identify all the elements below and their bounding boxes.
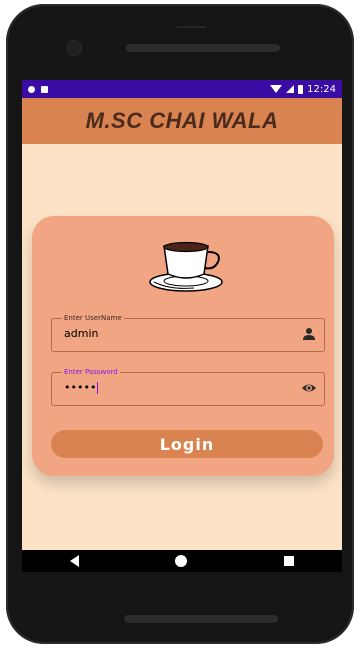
eye-icon[interactable] [301, 382, 317, 394]
person-icon [303, 328, 315, 340]
wifi-icon [270, 85, 283, 93]
recents-icon[interactable] [283, 556, 294, 566]
speaker-slit [176, 26, 206, 28]
navigation-bar [22, 550, 342, 572]
app-screen: 12:24 M.SC CHAI WALA Enter UserName admi… [22, 80, 342, 572]
bottom-speaker [124, 615, 278, 623]
password-input[interactable]: ••••• [64, 381, 99, 394]
earpiece [126, 44, 280, 52]
username-field[interactable]: Enter UserName admin [51, 313, 325, 352]
username-input[interactable]: admin [64, 327, 98, 340]
record-icon [28, 85, 35, 93]
coffee-cup-icon [149, 241, 223, 292]
status-time: 12:24 [307, 83, 336, 95]
back-icon[interactable] [70, 555, 80, 567]
login-button[interactable]: Login [51, 430, 323, 458]
login-card: Enter UserName admin Enter Password ••••… [32, 216, 334, 476]
password-field[interactable]: Enter Password ••••• [51, 367, 325, 406]
sd-card-icon [41, 85, 48, 93]
password-mask: ••••• [64, 381, 97, 394]
home-icon[interactable] [175, 555, 188, 567]
battery-icon [298, 84, 304, 94]
status-left [28, 85, 48, 93]
signal-icon [286, 85, 295, 93]
text-caret [97, 382, 99, 394]
status-bar: 12:24 [22, 80, 342, 98]
camera-icon [68, 42, 80, 54]
username-label: Enter UserName [62, 313, 124, 323]
app-title: M.SC CHAI WALA [85, 108, 279, 133]
status-right: 12:24 [270, 84, 336, 95]
password-label: Enter Password [62, 367, 120, 377]
app-bar: M.SC CHAI WALA [22, 98, 342, 144]
login-button-label: Login [159, 434, 215, 454]
